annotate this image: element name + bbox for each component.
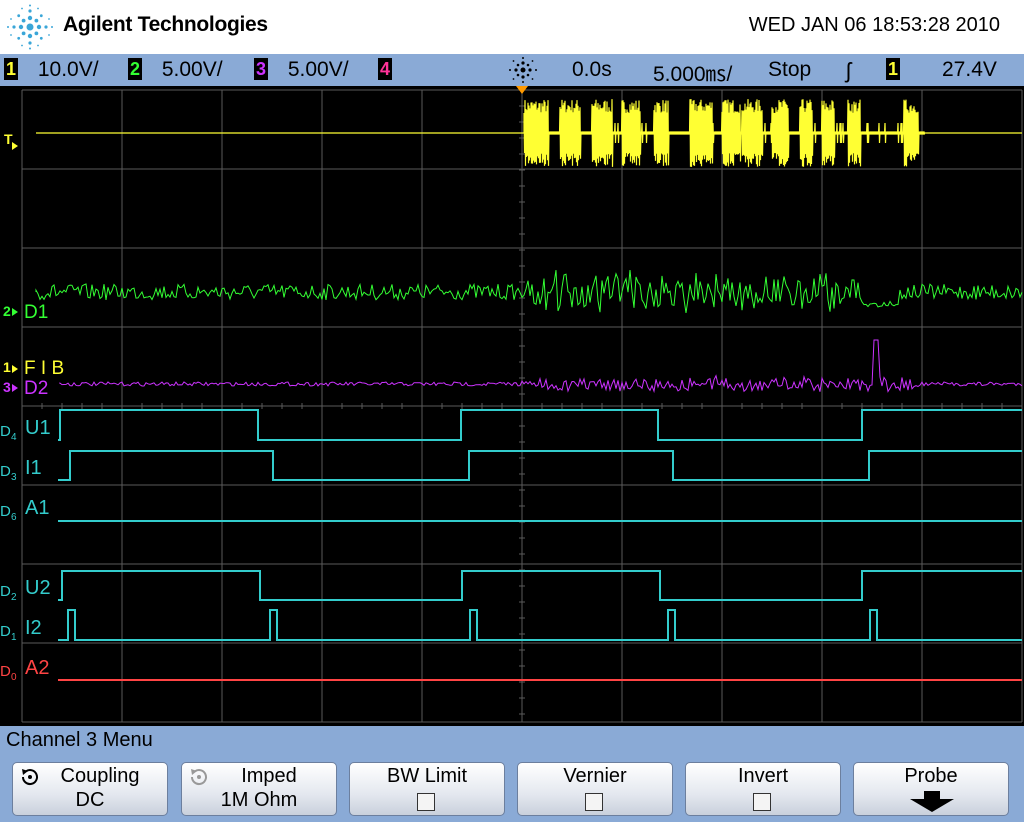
- ch2-trace: [35, 269, 1023, 313]
- trigger-source-number: 1: [886, 58, 900, 80]
- trigger-spark-icon: [509, 57, 537, 83]
- trigger-level[interactable]: 27.4V: [942, 58, 997, 82]
- invert-label: Invert: [737, 765, 789, 787]
- ch3-ground-marker: 3: [3, 379, 11, 395]
- date-time: WED JAN 06 18:53:28 2010: [748, 14, 1000, 36]
- digital-channel-label: A1: [25, 497, 49, 519]
- label-fib: F I B: [24, 358, 64, 379]
- softkey-menu: Channel 3 Menu Coupling DC Imped 1M Ohm …: [0, 726, 1024, 822]
- bw-limit-label: BW Limit: [387, 765, 467, 787]
- digital-channel-id: D: [0, 663, 11, 680]
- digital-trace: [58, 609, 1022, 641]
- vernier-label: Vernier: [563, 765, 627, 787]
- run-state[interactable]: Stop: [768, 58, 811, 82]
- digital-channel-id: D: [0, 503, 11, 520]
- brand-name: Agilent Technologies: [63, 13, 268, 36]
- digital-channel-index: 0: [11, 672, 17, 683]
- rising-edge-icon: ʃ: [846, 58, 851, 83]
- digital-channel-index: 2: [11, 592, 17, 603]
- ch2-number: 2: [128, 58, 142, 80]
- vernier-softkey[interactable]: Vernier: [517, 762, 673, 816]
- digital-channel-index: 6: [11, 512, 17, 523]
- timebase-value[interactable]: 5.000㎳/: [653, 58, 732, 88]
- digital-channel-id: D: [0, 423, 11, 440]
- menu-title: Channel 3 Menu: [6, 729, 153, 751]
- trigger-source[interactable]: 1: [886, 58, 900, 82]
- digital-channel-label: U2: [25, 577, 51, 599]
- digital-channel-index: 1: [11, 632, 17, 643]
- delay-value[interactable]: 0.0s: [572, 58, 612, 82]
- ch2-scale: 5.00V/: [161, 58, 223, 81]
- status-bar: 1 10.0V/ 2 5.00V/ 3 5.00V/ 4 0.0s 5.000㎳…: [0, 54, 1024, 86]
- ch1-ground-arrow: [12, 365, 18, 373]
- digital-channel-index: 3: [11, 472, 17, 483]
- header: Agilent Technologies WED JAN 06 18:53:28…: [0, 0, 1024, 54]
- impedance-value: 1M Ohm: [220, 789, 298, 811]
- label-d2: D2: [24, 378, 48, 399]
- down-arrow-icon: [910, 791, 954, 812]
- bw-limit-checkbox[interactable]: [417, 793, 435, 811]
- trigger-level-arrow: [12, 142, 18, 150]
- ch3-scale: 5.00V/: [287, 58, 349, 81]
- ch2-ground-arrow: [12, 308, 18, 316]
- ch3-trace: [59, 339, 1023, 394]
- ch4-status[interactable]: 4: [378, 58, 392, 82]
- ch3-number: 3: [254, 58, 268, 80]
- digital-channel-label: U1: [25, 417, 51, 439]
- invert-checkbox[interactable]: [753, 793, 771, 811]
- coupling-label: Coupling: [60, 765, 140, 787]
- ch2-ground-marker: 2: [3, 303, 11, 319]
- waveform-canvas: T 2 D1 1 F I B 3 D2 D 4 U1D 3 I1D 6 A1D 2 U2D 1 I2…: [0, 86, 1023, 723]
- graticule: [21, 86, 1023, 723]
- ch1-scale: 10.0V/: [37, 58, 99, 81]
- probe-label: Probe: [904, 765, 958, 787]
- bw-limit-softkey[interactable]: BW Limit: [349, 762, 505, 816]
- ch3-ground-arrow: [12, 384, 18, 392]
- ch1-number: 1: [4, 58, 18, 80]
- vernier-checkbox[interactable]: [585, 793, 603, 811]
- ch1-ground-marker: 1: [3, 359, 11, 375]
- digital-channel-id: D: [0, 623, 11, 640]
- digital-channel-label: I2: [25, 617, 42, 639]
- digital-channel-id: D: [0, 463, 11, 480]
- ch3-status[interactable]: 3 5.00V/: [254, 58, 349, 82]
- ch1-trace: [36, 99, 1022, 167]
- digital-channel-index: 4: [11, 432, 17, 443]
- coupling-softkey[interactable]: Coupling DC: [12, 762, 168, 816]
- digital-trace: [58, 450, 1022, 481]
- coupling-value: DC: [75, 789, 105, 811]
- label-d1: D1: [24, 302, 48, 323]
- impedance-softkey[interactable]: Imped 1M Ohm: [181, 762, 337, 816]
- agilent-spark-icon: [7, 4, 53, 50]
- probe-softkey[interactable]: Probe: [853, 762, 1009, 816]
- digital-channel-id: D: [0, 583, 11, 600]
- waveform-display[interactable]: T 2 D1 1 F I B 3 D2 D 4 U1 D 3 I1 D 6 A1 D 2 U2 D 1 I2…: [0, 86, 1024, 726]
- invert-softkey[interactable]: Invert: [685, 762, 841, 816]
- ch1-status[interactable]: 1 10.0V/: [4, 58, 99, 82]
- ch4-number: 4: [378, 58, 392, 80]
- impedance-label: Imped: [241, 765, 297, 787]
- digital-channel-label: A2: [25, 657, 49, 679]
- trigger-level-marker: T: [4, 131, 13, 147]
- digital-trace: [58, 570, 1022, 601]
- digital-channel-label: I1: [25, 457, 42, 479]
- digital-trace: [58, 409, 1022, 441]
- ch2-status[interactable]: 2 5.00V/: [128, 58, 223, 82]
